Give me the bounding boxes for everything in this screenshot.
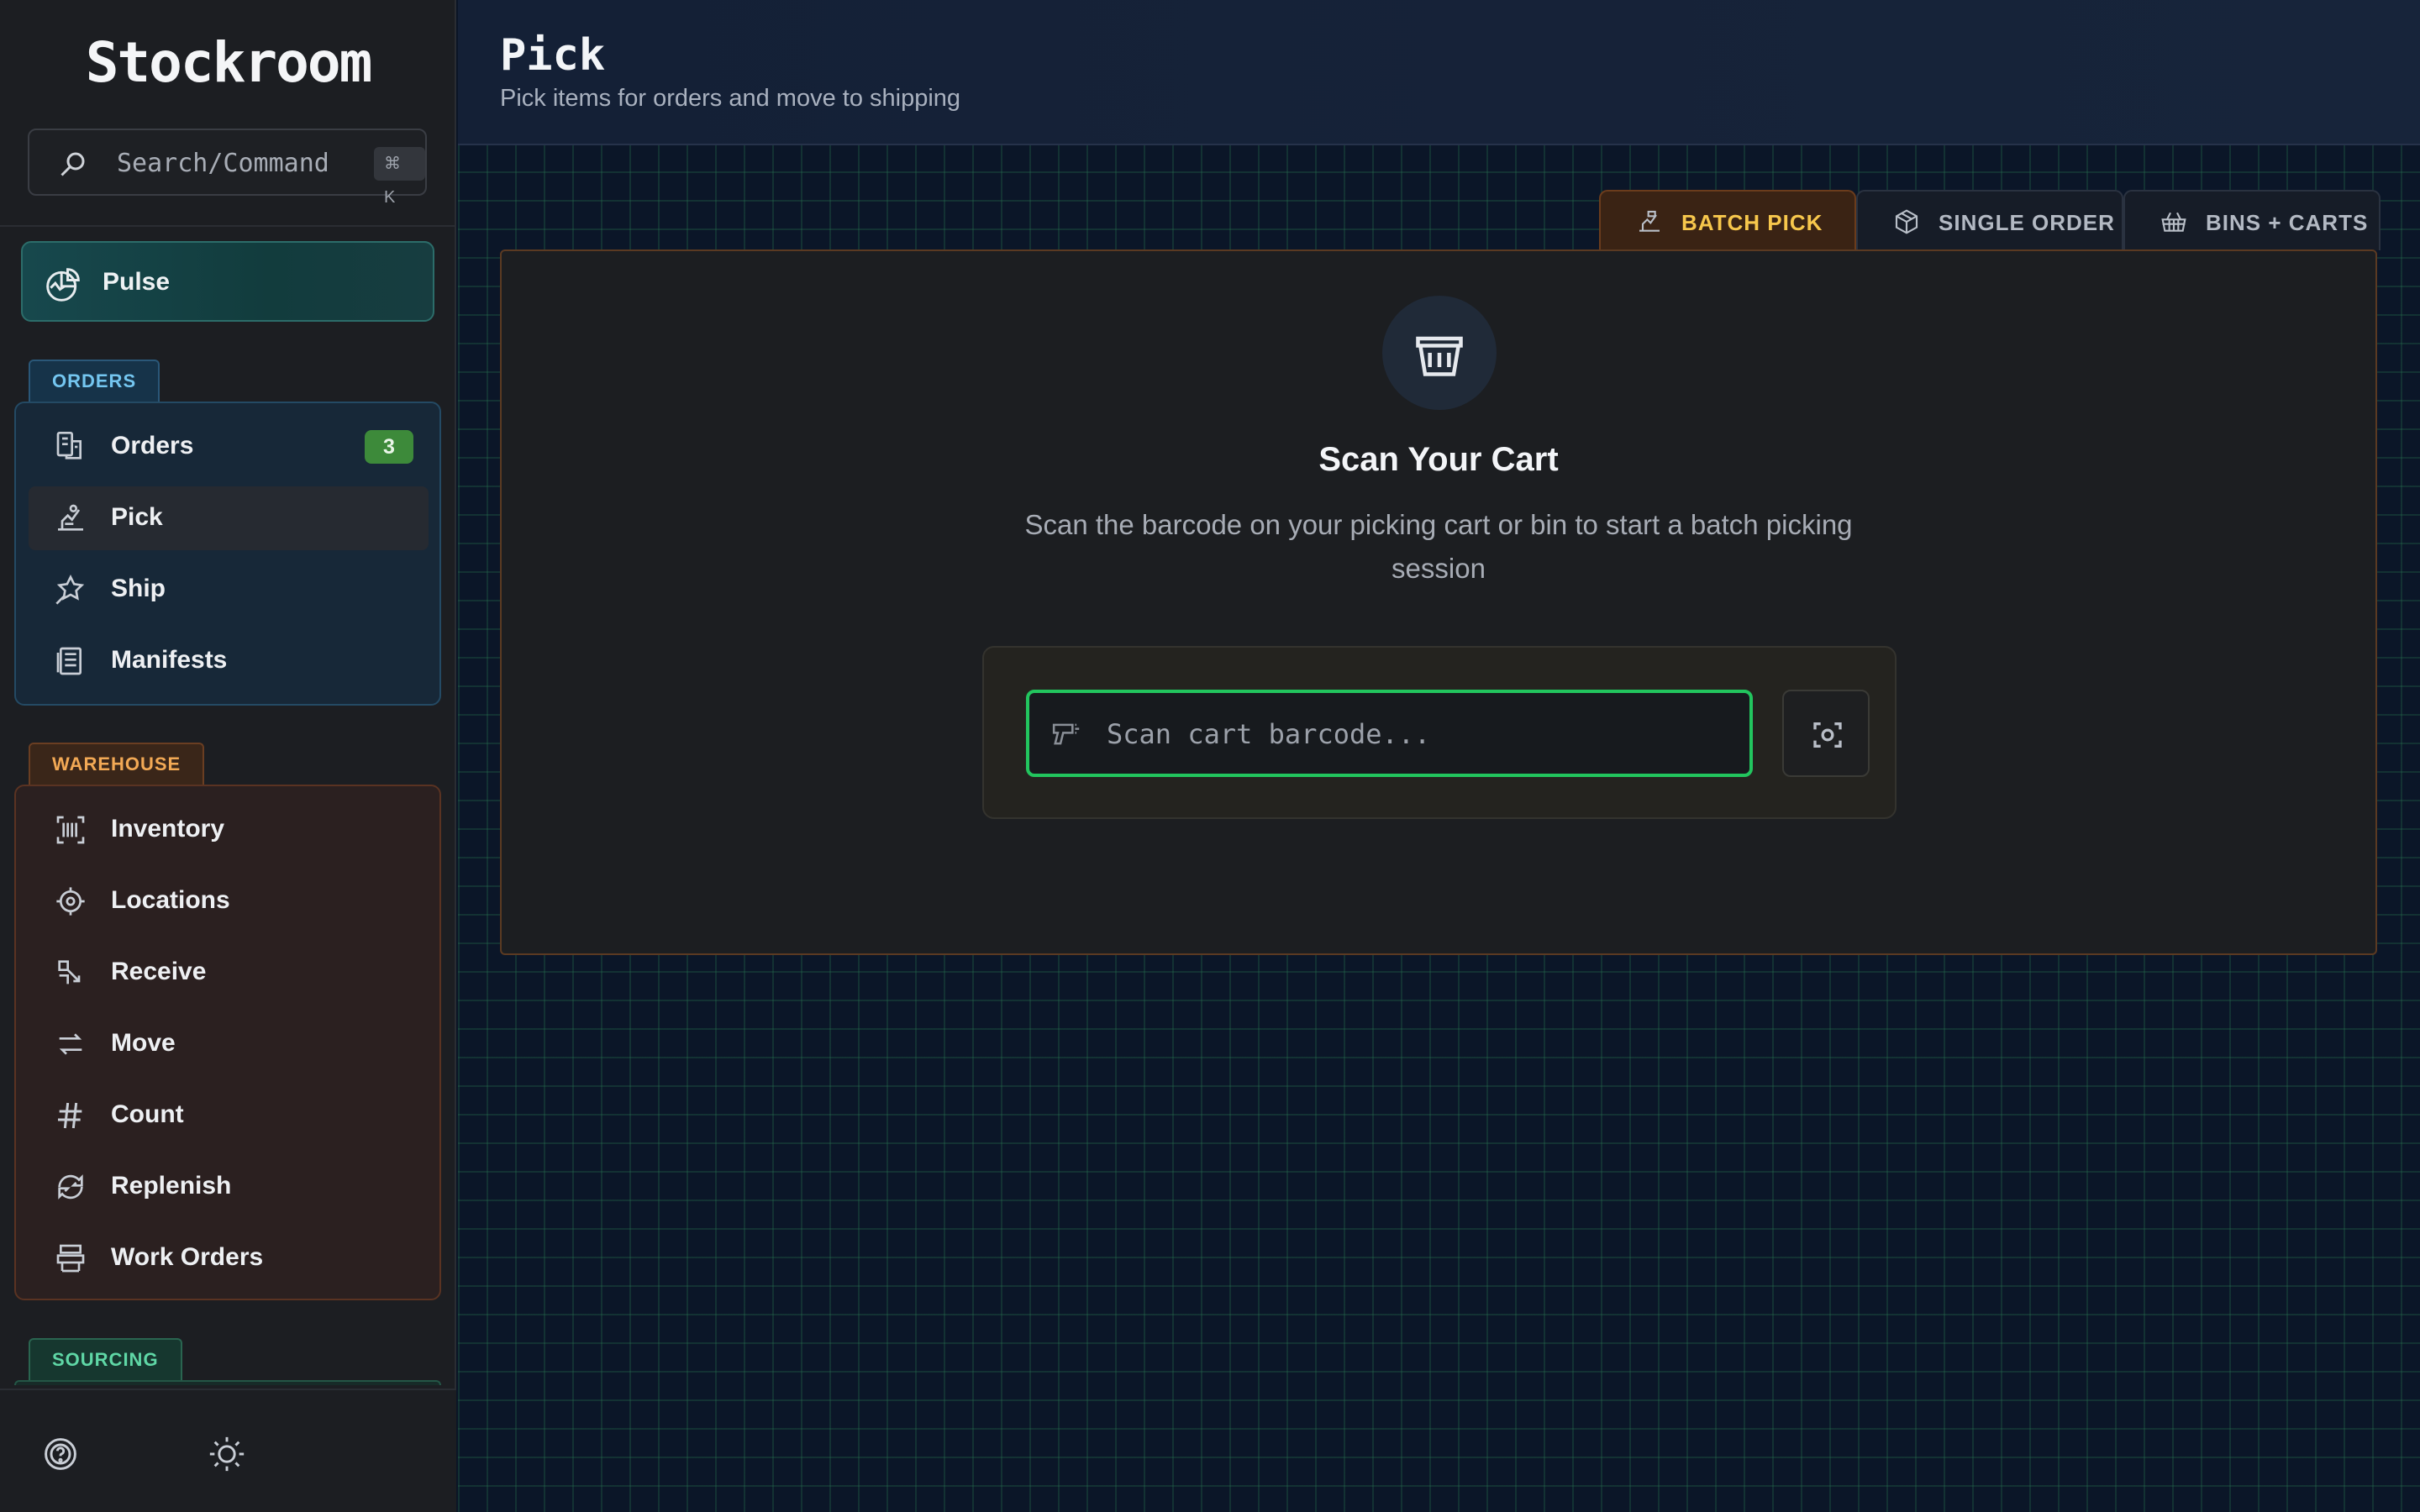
panel-title: Scan Your Cart	[1318, 441, 1559, 478]
sidebar-item-move[interactable]: Move	[29, 1012, 429, 1076]
sidebar-item-pulse[interactable]: Pulse	[21, 241, 434, 322]
ship-icon	[55, 575, 85, 605]
sidebar-item-label: Replenish	[111, 1172, 232, 1200]
sidebar-item-orders[interactable]: Orders 3	[29, 415, 429, 479]
sidebar-item-locations[interactable]: Locations	[29, 869, 429, 933]
camera-scan-button[interactable]	[1782, 690, 1870, 777]
box-icon	[1895, 209, 1918, 234]
tab-bins-carts[interactable]: BINS + CARTS	[2123, 190, 2381, 250]
section-tag-warehouse: WAREHOUSE	[29, 743, 205, 785]
barcode-scanner-icon	[1052, 723, 1080, 745]
tab-batch-pick[interactable]: BATCH PICK	[1599, 190, 1856, 250]
scan-placeholder: Scan cart barcode...	[1107, 718, 1431, 750]
scan-cart-panel: Scan Your Cart Scan the barcode on your …	[500, 249, 2377, 955]
search-placeholder: Search/Command	[117, 149, 329, 178]
section-tag-orders: ORDERS	[29, 360, 160, 402]
search-icon	[60, 152, 85, 176]
tab-label: BINS + CARTS	[2206, 210, 2369, 235]
panel-description: Scan the barcode on your picking cart or…	[1024, 509, 1853, 584]
sidebar-item-label: Inventory	[111, 815, 225, 843]
hash-icon	[58, 1102, 82, 1129]
help-icon[interactable]	[42, 1436, 79, 1473]
sidebar: Stockroom Search/Command ⌘ K Pulse ORDER…	[0, 0, 456, 1512]
sidebar-item-work-orders[interactable]: Work Orders	[29, 1226, 429, 1290]
warehouse-group: Inventory Locations Receive Move Count R…	[14, 785, 441, 1300]
move-arrows-icon	[59, 1033, 82, 1055]
page-header: Pick Pick items for orders and move to s…	[458, 0, 2420, 145]
sidebar-item-label: Locations	[111, 886, 230, 914]
search-command-box[interactable]: Search/Command ⌘ K	[28, 129, 427, 207]
sidebar-item-replenish[interactable]: Replenish	[29, 1155, 429, 1219]
page-subtitle: Pick items for orders and move to shippi…	[500, 85, 961, 112]
tab-single-order[interactable]: SINGLE ORDER	[1856, 190, 2123, 250]
sidebar-item-label: Count	[111, 1100, 184, 1128]
barcode-scan-icon	[56, 816, 85, 844]
sidebar-item-label: Pick	[111, 503, 163, 531]
section-tag-sourcing: SOURCING	[29, 1338, 182, 1380]
sidebar-item-manifests[interactable]: Manifests	[29, 629, 429, 693]
sidebar-item-label: Ship	[111, 575, 166, 602]
sidebar-item-ship[interactable]: Ship	[29, 558, 429, 622]
sidebar-item-count[interactable]: Count	[29, 1084, 429, 1147]
scan-cart-input[interactable]: Scan cart barcode...	[1026, 690, 1753, 777]
pick-mode-tabs: BATCH PICK SINGLE ORDER BINS + CARTS	[1599, 190, 2381, 250]
sun-icon[interactable]	[208, 1436, 245, 1473]
location-target-icon	[56, 887, 85, 916]
sidebar-item-label: Manifests	[111, 646, 228, 674]
sidebar-divider	[0, 225, 456, 227]
orders-icon	[56, 432, 82, 459]
batch-pick-icon	[1639, 210, 1660, 232]
main-content: Pick Pick items for orders and move to s…	[458, 0, 2420, 1512]
sourcing-group	[14, 1380, 441, 1385]
tab-label: SINGLE ORDER	[1939, 210, 2115, 235]
search-shortcut-hint: ⌘ K	[374, 147, 425, 207]
sidebar-item-receive[interactable]: Receive	[29, 941, 429, 1005]
sidebar-item-label: Pulse	[103, 268, 171, 296]
brand-logo: Stockroom	[85, 30, 373, 95]
sidebar-item-inventory[interactable]: Inventory	[29, 798, 429, 862]
pick-icon	[58, 504, 83, 531]
tab-label: BATCH PICK	[1681, 210, 1823, 235]
replenish-icon	[58, 1174, 83, 1200]
sidebar-item-label: Orders	[111, 432, 194, 459]
camera-scan-icon	[1813, 722, 1842, 748]
sidebar-item-label: Receive	[111, 958, 207, 985]
receive-icon	[58, 960, 81, 984]
panel-icon-circle	[1382, 296, 1497, 410]
manifest-icon	[56, 647, 82, 675]
scan-box: Scan cart barcode...	[982, 646, 1897, 819]
orders-group: Orders 3 Pick Ship Manifests	[14, 402, 441, 706]
sidebar-item-label: Work Orders	[111, 1243, 264, 1271]
basket-icon	[1416, 336, 1463, 376]
orders-count-badge: 3	[365, 430, 413, 464]
basket-icon	[2161, 212, 2186, 232]
sidebar-item-label: Move	[111, 1029, 176, 1057]
sidebar-item-pick[interactable]: Pick	[29, 486, 429, 550]
page-title: Pick	[500, 30, 606, 81]
pulse-chart-icon	[46, 268, 80, 302]
work-orders-icon	[56, 1244, 85, 1273]
sidebar-footer	[0, 1389, 456, 1512]
